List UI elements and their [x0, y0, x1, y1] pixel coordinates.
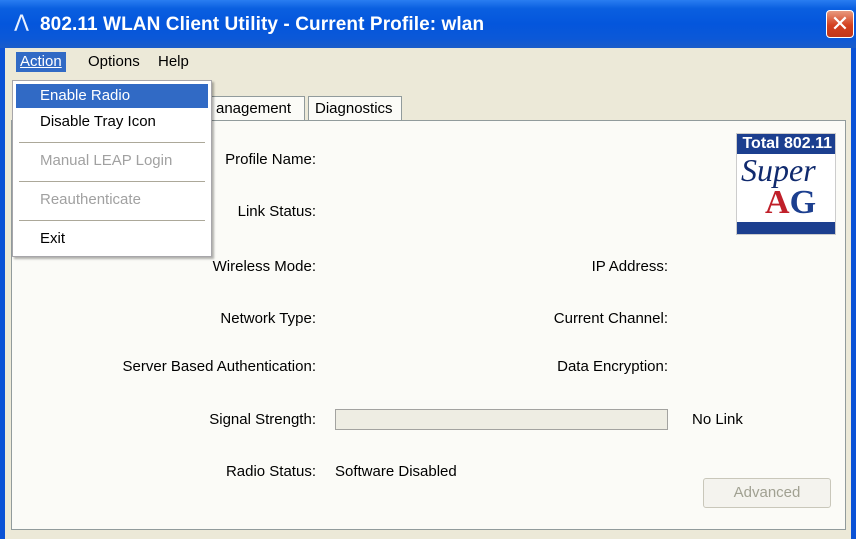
super-ag-logo: Total 802.11 Super AG — [736, 133, 836, 235]
profile-name-label: Profile Name: — [225, 151, 316, 168]
menu-item-label: Exit — [40, 230, 66, 247]
signal-strength-value: No Link — [692, 411, 743, 428]
close-icon: ✕ — [830, 12, 850, 37]
menu-item-exit[interactable]: Exit — [16, 227, 208, 251]
tab-diagnostics[interactable]: Diagnostics — [308, 96, 402, 120]
menu-item-label: Disable Tray Icon — [40, 113, 156, 130]
menu-options-label: Options — [88, 53, 140, 70]
title-bar: Λ 802.11 WLAN Client Utility - Current P… — [0, 0, 856, 48]
advanced-button-label: Advanced — [733, 484, 801, 501]
action-menu-dropdown: Enable Radio Disable Tray Icon Manual LE… — [12, 80, 212, 257]
radio-status-value: Software Disabled — [335, 463, 457, 480]
radio-status-label: Radio Status: — [225, 463, 316, 480]
menu-item-disable-tray-icon[interactable]: Disable Tray Icon — [16, 110, 208, 134]
signal-strength-label: Signal Strength: — [209, 411, 316, 428]
menu-options[interactable]: Options — [84, 52, 144, 72]
tab-management[interactable]: anagement — [209, 96, 305, 120]
ip-address-label: IP Address: — [591, 258, 668, 275]
menu-separator — [19, 181, 205, 182]
menu-separator — [19, 142, 205, 143]
tab-management-label: anagement — [216, 100, 292, 117]
menu-bar: Action Options Help — [5, 48, 851, 74]
signal-strength-bar — [335, 409, 668, 430]
data-encryption-label: Data Encryption: — [557, 358, 668, 375]
logo-g-letter: G — [789, 184, 817, 221]
menu-help[interactable]: Help — [154, 52, 193, 72]
menu-item-label: Manual LEAP Login — [40, 152, 173, 169]
menu-item-manual-leap-login: Manual LEAP Login — [16, 149, 208, 173]
menu-action-label: Action — [20, 53, 62, 70]
lambda-icon: Λ — [14, 12, 30, 37]
menu-item-label: Enable Radio — [40, 87, 131, 104]
link-status-label: Link Status: — [237, 203, 316, 220]
window-title: 802.11 WLAN Client Utility - Current Pro… — [40, 14, 485, 35]
menu-item-label: Reauthenticate — [40, 191, 141, 208]
menu-action[interactable]: Action — [16, 52, 66, 72]
close-button[interactable]: ✕ — [826, 10, 854, 38]
menu-separator — [19, 220, 205, 221]
window-frame-right — [851, 48, 856, 539]
network-type-label: Network Type: — [220, 310, 316, 327]
logo-total-text: Total 802.11 — [737, 134, 835, 154]
advanced-button[interactable]: Advanced — [703, 478, 831, 508]
tab-diagnostics-label: Diagnostics — [315, 100, 393, 117]
window-frame-left — [0, 48, 5, 539]
current-channel-label: Current Channel: — [553, 310, 668, 327]
menu-item-reauthenticate: Reauthenticate — [16, 188, 208, 212]
logo-a-letter: A — [765, 184, 790, 221]
logo-ag-text: AG — [765, 184, 816, 222]
logo-bottom-band — [737, 222, 835, 234]
menu-help-label: Help — [158, 53, 189, 70]
server-based-authentication-label: Server Based Authentication: — [122, 358, 316, 375]
wireless-mode-label: Wireless Mode: — [212, 258, 316, 275]
menu-item-enable-radio[interactable]: Enable Radio — [16, 84, 208, 108]
